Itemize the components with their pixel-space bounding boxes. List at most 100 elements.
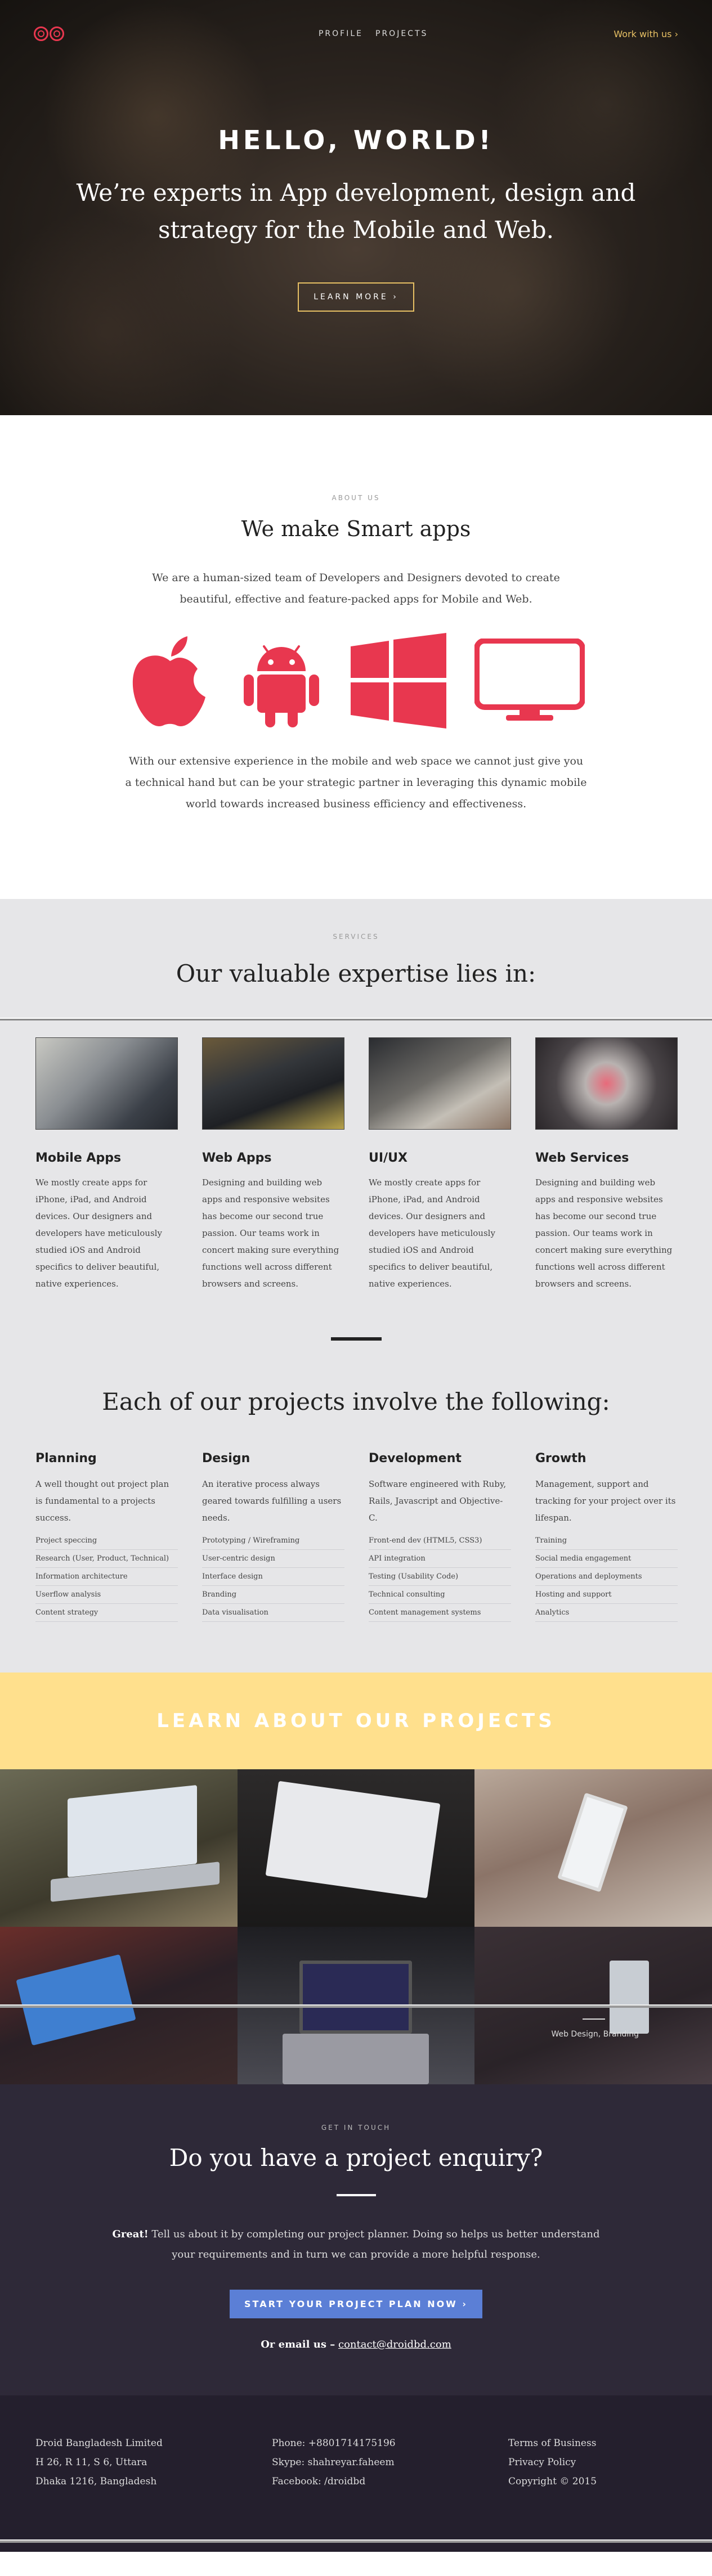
phase-list: Project speccing Research (User, Product… [35, 1532, 178, 1622]
list-item: Hosting and support [535, 1586, 678, 1604]
company-name: Droid Bangladesh Limited [35, 2438, 163, 2449]
services-kicker: SERVICES [333, 933, 379, 941]
email-label: Or email us – [261, 2339, 335, 2350]
footer-contact: Phone: +8801714175196 Skype: shahreyar.f… [272, 2434, 508, 2518]
list-item: Content management systems [369, 1604, 511, 1622]
services-title: Our valuable expertise lies in: [176, 960, 536, 987]
process-phase: Development Software engineered with Rub… [369, 1451, 511, 1622]
list-item: Interface design [202, 1568, 344, 1586]
phase-desc: Software engineered with Ruby, Rails, Ja… [369, 1479, 507, 1523]
list-item: Userflow analysis [35, 1586, 178, 1604]
learn-projects-link[interactable]: LEARN ABOUT OUR PROJECTS [156, 1710, 556, 1732]
service-title: Web Services [535, 1151, 629, 1165]
contact-message: Great! Tell us about it by completing ou… [109, 2224, 604, 2265]
service-image [202, 1037, 344, 1130]
hero-section: PROFILE PROJECTS Work with us › HELLO, W… [0, 0, 712, 415]
phase-title: Design [202, 1451, 250, 1465]
learn-more-button[interactable]: LEARN MORE › [298, 282, 414, 312]
list-item: Operations and deployments [535, 1568, 678, 1586]
phase-title: Growth [535, 1451, 586, 1465]
contact-message-text: Tell us about it by completing our proje… [148, 2228, 600, 2260]
project-gallery: Web Design, Branding [0, 1769, 712, 2084]
footer-links: Terms of Business Privacy Policy Copyrig… [508, 2434, 677, 2518]
list-item: Front-end dev (HTML5, CSS3) [369, 1532, 511, 1550]
copyright: Copyright © 2015 [508, 2476, 597, 2487]
service-image [35, 1037, 178, 1130]
service-title: Mobile Apps [35, 1151, 122, 1165]
service-card: Web Apps Designing and building web apps… [202, 1037, 344, 1292]
service-card: Mobile Apps We mostly create apps for iP… [35, 1037, 178, 1292]
list-item: Content strategy [35, 1604, 178, 1622]
caption-line [583, 2018, 605, 2020]
services-grid: Mobile Apps We mostly create apps for iP… [0, 1037, 712, 1292]
contact-kicker: GET IN TOUCH [321, 2124, 391, 2132]
list-item: API integration [369, 1550, 511, 1568]
list-item: Analytics [535, 1604, 678, 1622]
gallery-tile[interactable] [474, 1769, 712, 1927]
gallery-tile[interactable] [0, 1769, 238, 1927]
list-item: Prototyping / Wireframing [202, 1532, 344, 1550]
list-item: Testing (Usability Code) [369, 1568, 511, 1586]
list-item: Data visualisation [202, 1604, 344, 1622]
service-text: We mostly create apps for iPhone, iPad, … [369, 1177, 495, 1289]
list-item: Research (User, Product, Technical) [35, 1550, 178, 1568]
terms-link[interactable]: Terms of Business [508, 2434, 677, 2453]
phase-title: Planning [35, 1451, 97, 1465]
apple-icon [132, 636, 205, 726]
privacy-link[interactable]: Privacy Policy [508, 2453, 677, 2472]
phone: Phone: +8801714175196 [272, 2438, 396, 2449]
phase-list: Front-end dev (HTML5, CSS3) API integrat… [369, 1532, 511, 1622]
about-section: ABOUT US We make Smart apps We are a hum… [0, 415, 712, 899]
contact-title: Do you have a project enquiry? [169, 2144, 543, 2172]
service-title: Web Apps [202, 1151, 272, 1165]
process-phase: Planning A well thought out project plan… [35, 1451, 178, 1622]
service-card: UI/UX We mostly create apps for iPhone, … [369, 1037, 511, 1292]
phase-desc: An iterative process always geared towar… [202, 1479, 342, 1523]
contact-message-bold: Great! [112, 2228, 149, 2240]
start-project-button[interactable]: START YOUR PROJECT PLAN NOW › [230, 2290, 482, 2318]
phase-list: Prototyping / Wireframing User-centric d… [202, 1532, 344, 1622]
contact-divider [336, 2194, 376, 2196]
about-body: With our extensive experience in the mob… [125, 755, 587, 810]
about-lead: We are a human-sized team of Developers … [152, 572, 560, 605]
android-icon [243, 645, 319, 727]
hero-title: HELLO, WORLD! [218, 125, 494, 155]
service-text: Designing and building web apps and resp… [535, 1177, 673, 1289]
phase-desc: Management, support and tracking for you… [535, 1479, 676, 1523]
gallery-divider [0, 2004, 712, 2008]
about-kicker: ABOUT US [332, 494, 380, 502]
platform-icons [0, 630, 712, 731]
address-line: H 26, R 11, S 6, Uttara [35, 2457, 147, 2468]
phase-title: Development [369, 1451, 462, 1465]
process-phase: Design An iterative process always geare… [202, 1451, 344, 1622]
about-title: We make Smart apps [241, 516, 471, 541]
list-item: Technical consulting [369, 1586, 511, 1604]
phase-list: Training Social media engagement Operati… [535, 1532, 678, 1622]
gallery-caption: Web Design, Branding [551, 2030, 639, 2039]
service-text: We mostly create apps for iPhone, iPad, … [35, 1177, 162, 1289]
list-item: Training [535, 1532, 678, 1550]
process-phase: Growth Management, support and tracking … [535, 1451, 678, 1622]
windows-icon [350, 633, 446, 729]
email-line: Or email us – contact@droidbd.com [0, 2339, 712, 2350]
service-image [535, 1037, 678, 1130]
email-link[interactable]: contact@droidbd.com [338, 2339, 451, 2350]
service-title: UI/UX [369, 1151, 408, 1165]
web-icon [474, 639, 585, 721]
address-line: Dhaka 1216, Bangladesh [35, 2476, 157, 2487]
list-item: Information architecture [35, 1568, 178, 1586]
footer-address: Droid Bangladesh Limited H 26, R 11, S 6… [35, 2434, 272, 2518]
gallery-tile[interactable] [238, 1769, 474, 1927]
hero-content: HELLO, WORLD! We’re experts in App devel… [0, 0, 712, 312]
service-image [369, 1037, 511, 1130]
contact-section: GET IN TOUCH Do you have a project enqui… [0, 2084, 712, 2395]
service-card: Web Services Designing and building web … [535, 1037, 678, 1292]
services-section: SERVICES Our valuable expertise lies in:… [0, 899, 712, 1673]
skype: Skype: shahreyar.faheem [272, 2457, 395, 2468]
hero-subtitle: We’re experts in App development, design… [76, 179, 636, 244]
process-grid: Planning A well thought out project plan… [0, 1451, 712, 1622]
facebook: Facebook: /droidbd [272, 2476, 366, 2487]
section-divider [0, 1018, 712, 1020]
process-title: Each of our projects involve the followi… [102, 1388, 610, 1415]
footer: Droid Bangladesh Limited H 26, R 11, S 6… [0, 2395, 712, 2552]
